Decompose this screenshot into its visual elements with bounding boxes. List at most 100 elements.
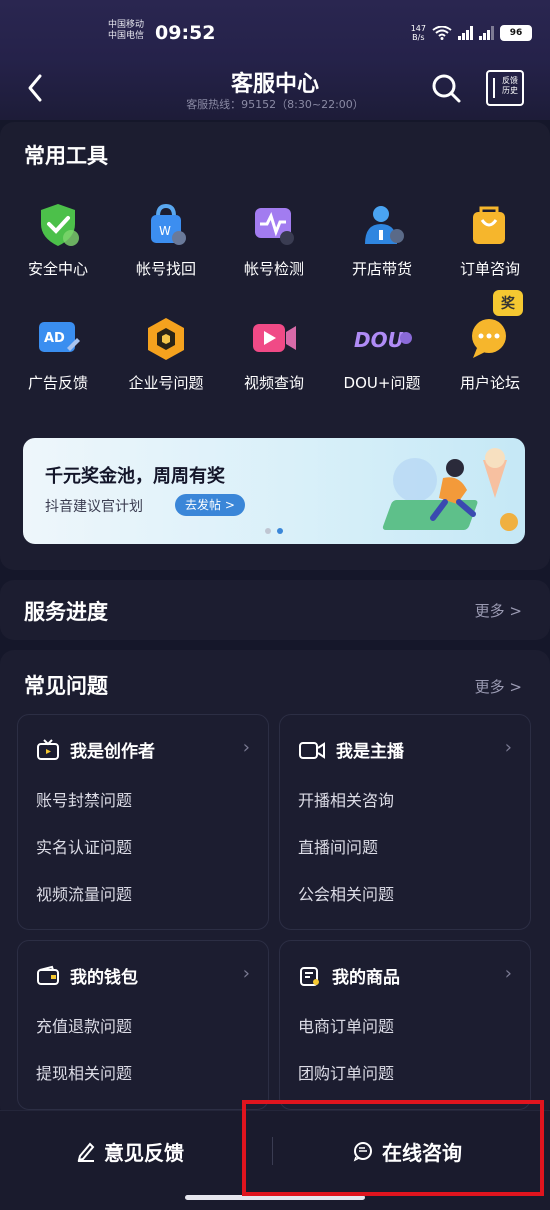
tool-order-inquiry[interactable]: 订单咨询 [440, 200, 540, 279]
service-progress-card[interactable]: 服务进度 更多 > [0, 580, 550, 640]
tool-label: 视频查询 [243, 374, 304, 392]
net-speed-unit: B/s [412, 33, 425, 42]
feedback-history-button[interactable]: 反馈历史 [486, 70, 524, 106]
faq-item[interactable]: 公会相关问题 [298, 881, 394, 905]
faq-group-streamer: 我是主播 › 开播相关咨询 直播间问题 公会相关问题 [279, 714, 531, 930]
signal-icon-1 [458, 26, 473, 40]
pencil-icon [77, 1142, 95, 1162]
status-bar: 中国移动 中国电信 09:52 147 B/s 96 [0, 0, 550, 58]
enterprise-hexagon-icon [141, 314, 191, 364]
faq-group-wallet: 我的钱包 › 充值退款问题 提现相关问题 [17, 940, 269, 1110]
chevron-right-icon[interactable]: › [243, 737, 250, 758]
svg-text:DOU: DOU [354, 328, 404, 352]
faq-item[interactable]: 直播间问题 [298, 834, 378, 858]
tool-ad-feedback[interactable]: AD 广告反馈 [8, 314, 108, 393]
wifi-icon [432, 26, 452, 40]
tool-video-query[interactable]: 视频查询 [224, 314, 324, 393]
net-speed-value: 147 [410, 24, 426, 33]
tool-open-shop[interactable]: 开店带货 [332, 200, 432, 279]
tools-title: 常用工具 [24, 144, 108, 168]
faq-group-title: 我是主播 [336, 742, 404, 762]
document-icon [493, 78, 501, 98]
reward-badge: 奖 [493, 290, 523, 316]
tool-label: 订单咨询 [459, 260, 520, 278]
banner-subtitle: 抖音建议官计划 [45, 499, 143, 515]
feedback-label: 意见反馈 [104, 1140, 184, 1165]
tool-label: 开店带货 [351, 260, 412, 278]
banner-illustration [382, 448, 518, 531]
feedback-button[interactable]: 意见反馈 [76, 1131, 184, 1171]
faq-group-creator: 我是创作者 › 账号封禁问题 实名认证问题 视频流量问题 [17, 714, 269, 930]
ad-icon: AD [33, 314, 83, 364]
clock: 09:52 [155, 22, 216, 44]
shop-person-icon [357, 200, 407, 250]
faq-group-goods: 我的商品 › 电商订单问题 团购订单问题 [279, 940, 531, 1110]
faq-group-title: 我的钱包 [70, 968, 138, 988]
nav-header: 客服中心 客服热线：95152（8:30~22:00） 反馈历史 [0, 58, 550, 120]
faq-group-header[interactable]: 我是主播 [298, 737, 404, 762]
faq-group-header[interactable]: 我的钱包 [36, 963, 138, 988]
faq-item[interactable]: 提现相关问题 [36, 1060, 132, 1084]
faq-item[interactable]: 开播相关咨询 [298, 787, 394, 811]
faq-item[interactable]: 充值退款问题 [36, 1013, 132, 1037]
faq-item[interactable]: 视频流量问题 [36, 881, 132, 905]
tool-enterprise[interactable]: 企业号问题 [116, 314, 216, 393]
chat-bubble-icon: 奖 [465, 290, 523, 364]
svg-text:AD: AD [44, 331, 65, 346]
faq-group-title: 我是创作者 [70, 742, 155, 762]
service-progress-more-link[interactable]: 更多 > [475, 600, 522, 621]
banner-title: 千元奖金池，周周有奖 [45, 466, 225, 487]
tool-account-check[interactable]: 帐号检测 [224, 200, 324, 279]
service-progress-title: 服务进度 [24, 600, 108, 624]
banner-post-button[interactable]: 去发帖 > [175, 494, 245, 516]
faq-item[interactable]: 团购订单问题 [298, 1060, 394, 1084]
search-icon[interactable] [430, 72, 462, 104]
goods-icon [300, 966, 319, 986]
tool-label: 用户论坛 [459, 374, 520, 392]
tools-card: 常用工具 安全中心 W 帐号找回 帐号检测 开店带货 订单咨询 AD 广告反馈 [0, 122, 550, 570]
svg-text:W: W [159, 224, 171, 238]
chevron-right-icon[interactable]: › [505, 737, 512, 758]
tool-dou-plus[interactable]: DOU DOU+问题 [332, 314, 432, 393]
faq-group-header[interactable]: 我的商品 [298, 963, 400, 988]
video-camera-icon [249, 314, 299, 364]
hotline-text: 客服热线：95152（8:30~22:00） [186, 98, 364, 111]
chevron-right-icon[interactable]: › [243, 963, 250, 984]
shield-check-icon [33, 200, 83, 250]
status-icons: 147 B/s 96 [411, 24, 532, 42]
tool-account-recovery[interactable]: W 帐号找回 [116, 200, 216, 279]
net-speed: 147 B/s [411, 24, 426, 42]
wallet-icon [37, 965, 59, 985]
tool-label: 广告反馈 [27, 374, 88, 392]
camera-icon [299, 741, 325, 759]
signal-icon-2 [479, 26, 494, 40]
faq-group-title: 我的商品 [332, 968, 400, 988]
battery-icon: 96 [500, 25, 532, 41]
lock-bag-icon: W [141, 200, 191, 250]
tv-icon [37, 738, 59, 760]
pulse-monitor-icon [249, 200, 299, 250]
tool-label: 安全中心 [27, 260, 88, 278]
carousel-dots [265, 528, 283, 534]
feedback-history-label: 反馈历史 [502, 76, 518, 95]
faq-card: 常见问题 更多 > 我是创作者 › 账号封禁问题 实名认证问题 视频流量问题 我… [0, 650, 550, 1120]
promo-banner[interactable]: 千元奖金池，周周有奖 抖音建议官计划 去发帖 > [23, 438, 525, 544]
shopping-bag-icon [465, 200, 515, 250]
tool-label: 帐号检测 [243, 260, 304, 278]
carousel-dot [265, 528, 271, 534]
faq-group-header[interactable]: 我是创作者 [36, 737, 155, 762]
faq-item[interactable]: 电商订单问题 [298, 1013, 394, 1037]
tool-label: DOU+问题 [343, 374, 421, 392]
highlight-box [242, 1100, 544, 1196]
faq-more-link[interactable]: 更多 > [475, 676, 522, 697]
faq-item[interactable]: 账号封禁问题 [36, 787, 132, 811]
tool-label: 帐号找回 [135, 260, 196, 278]
tool-label: 企业号问题 [128, 374, 204, 392]
dou-plus-icon: DOU [354, 314, 412, 364]
tool-security-center[interactable]: 安全中心 [8, 200, 108, 279]
chevron-right-icon[interactable]: › [505, 963, 512, 984]
faq-title: 常见问题 [24, 674, 108, 698]
carousel-dot-active [277, 528, 283, 534]
faq-item[interactable]: 实名认证问题 [36, 834, 132, 858]
tool-user-forum[interactable]: 奖 用户论坛 [440, 290, 540, 393]
